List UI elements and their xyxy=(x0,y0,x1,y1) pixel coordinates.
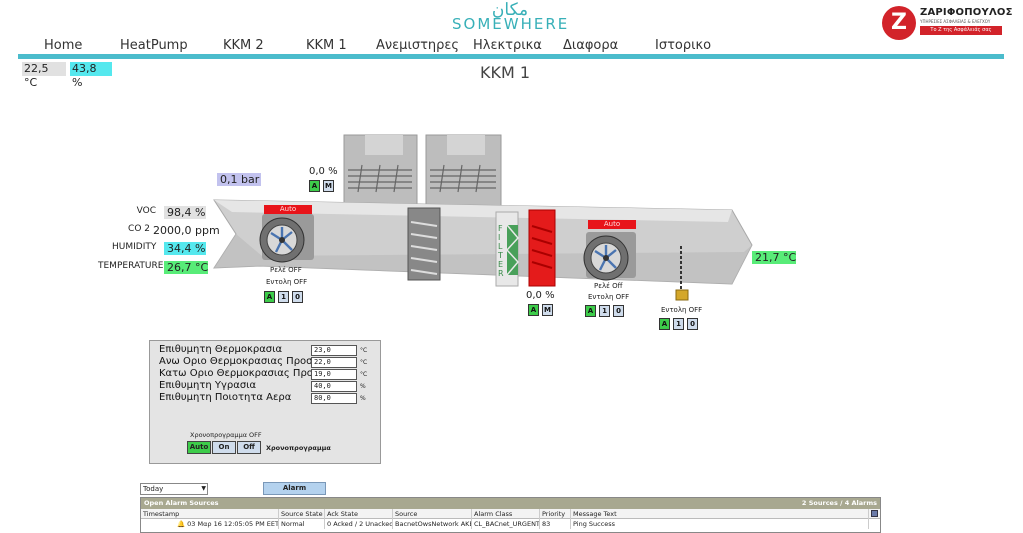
filter-letter: E xyxy=(498,260,504,269)
schedule-auto-button[interactable]: Auto xyxy=(187,441,211,454)
fan2-status: Ρελέ Off xyxy=(594,282,623,290)
voc-label: VOC xyxy=(136,206,156,216)
column-alarm-class[interactable]: Alarm Class xyxy=(472,509,540,519)
setpoint-air-quality-input[interactable]: 80,0 xyxy=(311,393,357,404)
schedule-on-button[interactable]: On xyxy=(212,441,236,454)
alarm-period-value: Today xyxy=(143,485,164,493)
schedule-off-button[interactable]: Off xyxy=(237,441,261,454)
setpoint-label: Επιθυμητη Ποιοτητα Αερα xyxy=(159,392,292,403)
setpoint-unit: °C xyxy=(360,359,368,366)
voc-value: 98,4 % xyxy=(164,206,206,219)
schedule-label: Χρονοπρογραμμα xyxy=(266,444,331,452)
top-damper-manual-button[interactable]: M xyxy=(323,180,334,192)
filter-letter: T xyxy=(498,251,503,260)
setpoint-label: Ανω Οριο Θερμοκρασιας Προσ. xyxy=(159,356,316,367)
fan2-on-button[interactable]: 1 xyxy=(599,305,610,317)
fan2-mode-badge: Auto xyxy=(588,220,636,229)
heating-coil-icon xyxy=(528,209,556,287)
chevron-down-icon: ▼ xyxy=(201,485,206,492)
humidity-label: HUMIDITY xyxy=(112,242,157,252)
setpoint-label: Επιθυμητη Θερμοκρασια xyxy=(159,344,283,355)
humidifier-off-button[interactable]: 0 xyxy=(687,318,698,330)
humidity-value: 34,4 % xyxy=(164,242,206,255)
schedule-status: Χρονοπρογραμμα OFF xyxy=(190,431,262,439)
filter-letter: R xyxy=(498,269,504,278)
filter-letter: I xyxy=(498,233,501,242)
alarm-timestamp: 🔔 03 Μαρ 16 12:05:05 PM EET xyxy=(141,519,279,529)
pressure-value: 0,1 bar xyxy=(217,173,261,186)
fan1-off-button[interactable]: 0 xyxy=(292,291,303,303)
filter-label: F I L T E R xyxy=(498,224,506,278)
setpoint-unit: % xyxy=(360,383,366,390)
valve-manual-button[interactable]: M xyxy=(542,304,553,316)
co2-value: 2000,0 ppm xyxy=(153,224,220,237)
fan1-on-button[interactable]: 1 xyxy=(278,291,289,303)
column-ack-state[interactable]: Ack State xyxy=(325,509,393,519)
setpoint-humidity-input[interactable]: 40,0 xyxy=(311,381,357,392)
setpoint-label: Επιθυμητη Υγρασια xyxy=(159,380,257,391)
alarm-table: Open Alarm Sources 2 Sources / 4 Alarms … xyxy=(140,497,881,533)
alarm-table-columns: Timestamp Source State Ack State Source … xyxy=(141,509,880,519)
table-row[interactable]: 🔔 03 Μαρ 16 12:05:05 PM EET Normal 0 Ack… xyxy=(141,519,880,529)
filter-letter: L xyxy=(498,242,503,251)
humidifier-on-button[interactable]: 1 xyxy=(673,318,684,330)
mixing-damper-icon xyxy=(407,207,441,281)
alarm-timestamp-text: 03 Μαρ 16 12:05:05 PM EET xyxy=(187,520,279,528)
column-chooser-icon[interactable] xyxy=(871,510,878,517)
column-source[interactable]: Source xyxy=(393,509,472,519)
supply-fan-2-icon xyxy=(583,232,636,281)
setpoints-panel: Επιθυμητη Θερμοκρασια 23,0 °C Ανω Οριο Θ… xyxy=(149,340,381,464)
column-priority[interactable]: Priority xyxy=(540,509,571,519)
temperature-value: 26,7 °C xyxy=(164,261,208,274)
filter-letter: F xyxy=(498,224,503,233)
fan2-auto-button[interactable]: A xyxy=(585,305,596,317)
humidifier-auto-button[interactable]: A xyxy=(659,318,670,330)
alarm-table-header: Open Alarm Sources 2 Sources / 4 Alarms xyxy=(141,498,880,509)
co2-label: CO 2 xyxy=(128,224,150,234)
alarm-table-title: Open Alarm Sources xyxy=(144,499,219,507)
setpoint-unit: °C xyxy=(360,371,368,378)
alarm-button[interactable]: Alarm xyxy=(263,482,326,495)
alarm-source: BacnetOwsNetwork AKE xyxy=(395,519,472,529)
fan1-mode-badge: Auto xyxy=(264,205,312,214)
temperature-label: TEMPERATURE xyxy=(98,261,164,271)
humidifier-command: Εντολη OFF xyxy=(661,306,703,314)
top-damper-percent: 0,0 % xyxy=(309,166,338,177)
valve-percent: 0,0 % xyxy=(526,290,555,301)
supply-temperature-value: 21,7 °C xyxy=(752,251,796,264)
fan2-off-button[interactable]: 0 xyxy=(613,305,624,317)
alarm-ack-state: 0 Acked / 2 Unacked xyxy=(327,519,393,529)
alarm-table-summary: 2 Sources / 4 Alarms xyxy=(801,499,877,507)
valve-auto-button[interactable]: A xyxy=(528,304,539,316)
alarm-period-select[interactable]: Today ▼ xyxy=(140,483,208,495)
setpoint-temperature-input[interactable]: 23,0 xyxy=(311,345,357,356)
alarm-priority: 83 xyxy=(540,519,571,529)
column-timestamp[interactable]: Timestamp xyxy=(141,509,279,519)
upper-limit-input[interactable]: 22,0 xyxy=(311,357,357,368)
fan1-auto-button[interactable]: A xyxy=(264,291,275,303)
fan2-command: Εντολη OFF xyxy=(588,293,630,301)
column-message-text[interactable]: Message Text xyxy=(571,509,869,519)
alarm-class: CL_BACnet_URGENT xyxy=(474,519,540,529)
setpoint-label: Κατω Οριο Θερμοκρασιας Προσ. xyxy=(159,368,323,379)
setpoint-unit: °C xyxy=(360,347,368,354)
fan1-status: Ρελέ OFF xyxy=(270,266,302,274)
fan1-command: Εντολη OFF xyxy=(266,278,308,286)
bell-icon: 🔔 xyxy=(177,520,186,528)
column-source-state[interactable]: Source State xyxy=(279,509,325,519)
setpoint-unit: % xyxy=(360,395,366,402)
supply-fan-1-icon xyxy=(259,214,314,263)
alarm-message: Ping Success xyxy=(571,519,869,529)
top-damper-auto-button[interactable]: A xyxy=(309,180,320,192)
alarm-source-state: Normal xyxy=(279,519,325,529)
lower-limit-input[interactable]: 19,0 xyxy=(311,369,357,380)
